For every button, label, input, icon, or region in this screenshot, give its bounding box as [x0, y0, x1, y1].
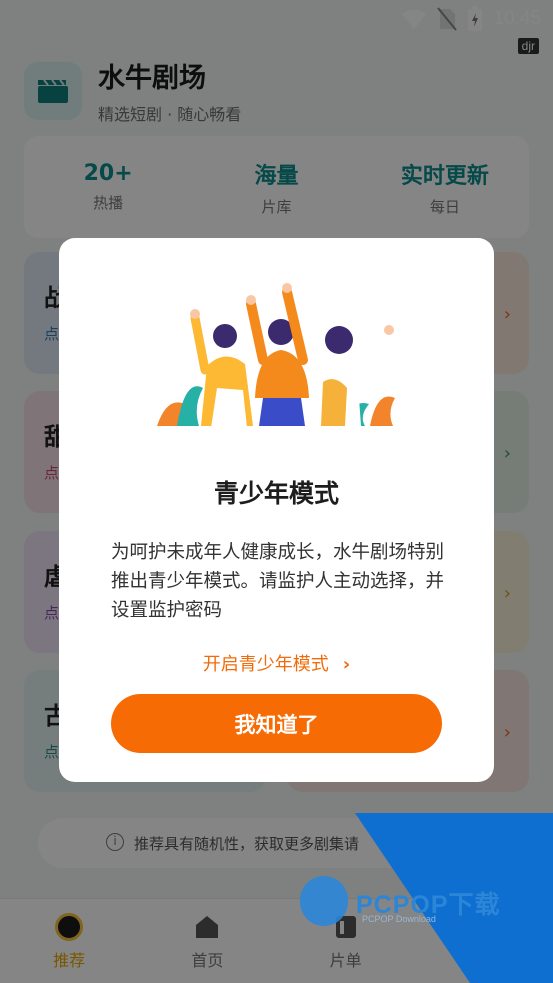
enable-teen-mode-link[interactable]: 开启青少年模式 › — [59, 650, 494, 676]
dialog-title: 青少年模式 — [213, 479, 339, 508]
celebrating-people-illustration — [157, 283, 395, 428]
teen-mode-dialog: 青少年模式 为呵护未成年人健康成长，水牛剧场特别推出青少年模式。请监护人主动选择… — [59, 238, 494, 782]
app-root: 10:45 djr 水牛剧场 精选短剧 · 随心畅看 20+ 热播 海量 片库 … — [0, 0, 553, 983]
link-label: 开启青少年模式 — [202, 654, 329, 675]
dialog-body: 为呵护未成年人健康成长，水牛剧场特别推出青少年模式。请监护人主动选择，并设置监护… — [111, 542, 445, 621]
acknowledge-button[interactable]: 我知道了 — [111, 694, 442, 753]
watermark-subtitle: PCPOP Download — [362, 914, 436, 924]
chevron-right-icon: › — [342, 654, 351, 675]
